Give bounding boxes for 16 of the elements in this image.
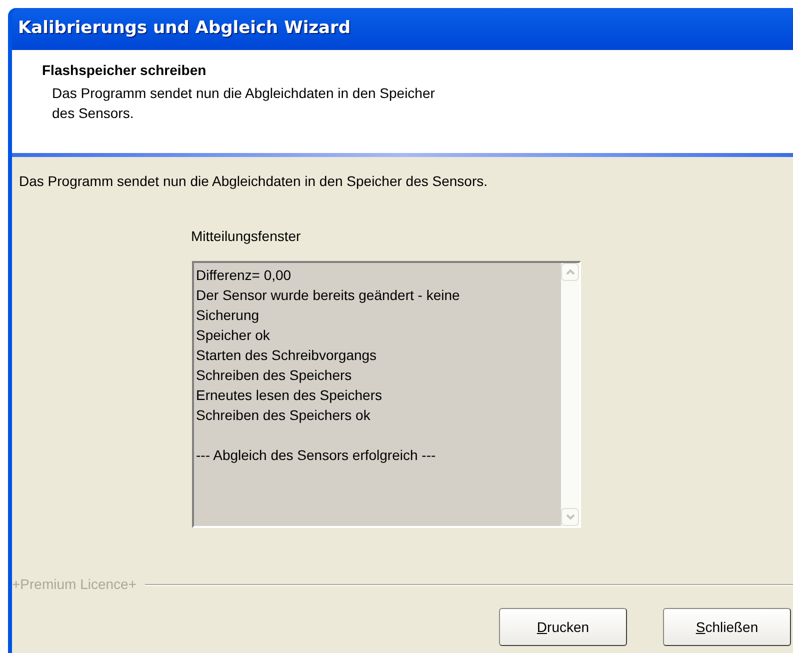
- dialog-button[interactable]: Drucken: [499, 608, 627, 646]
- message-line: Speicher ok: [196, 326, 271, 345]
- window-title: Kalibrierungs und Abgleich Wizard: [18, 17, 351, 40]
- message-line: Schreiben des Speichers ok: [196, 406, 372, 425]
- intro-text: Das Programm sendet nun die Abgleichdaten in den Speicher des Sensors.: [19, 172, 489, 191]
- licence-label: +Premium Licence+: [12, 575, 138, 594]
- message-line: Der Sensor wurde bereits geändert - keine Sicherung: [196, 286, 461, 325]
- header-subtitle: Das Programm sendet nun die Abgleichdaten in den Speicher des Sensors.: [52, 84, 436, 123]
- messages-label: Mitteilungsfenster: [191, 227, 302, 246]
- header-title: Flashspeicher schreiben: [42, 61, 208, 80]
- dialog-button[interactable]: Schließen: [663, 608, 791, 646]
- message-line: Starten des Schreibvorgangs: [196, 346, 378, 365]
- message-line: Schreiben des Speichers: [196, 366, 353, 385]
- message-line: Erneutes lesen des Speichers: [196, 386, 383, 405]
- message-line: --- Abgleich des Sensors erfolgreich ---: [196, 446, 437, 465]
- message-line: Differenz= 0,00: [196, 266, 292, 285]
